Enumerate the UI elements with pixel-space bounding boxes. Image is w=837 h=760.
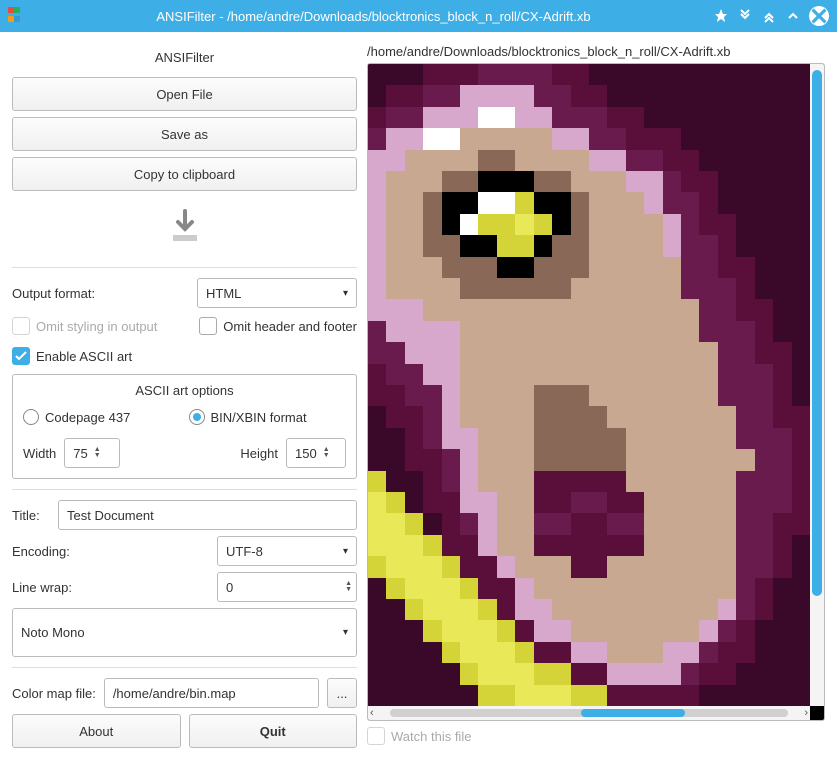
window-title: ANSIFilter - /home/andre/Downloads/block… [34, 9, 713, 24]
linewrap-spinner[interactable]: 0 ▲▼ [217, 572, 357, 602]
codepage-437-label: Codepage 437 [45, 410, 130, 425]
save-as-button[interactable]: Save as [12, 117, 357, 151]
pin-icon[interactable] [713, 8, 729, 24]
panel-title: ANSIFilter [12, 44, 357, 71]
encoding-label: Encoding: [12, 544, 70, 559]
chevron-right-icon[interactable]: › [802, 707, 810, 719]
copy-clipboard-button[interactable]: Copy to clipboard [12, 157, 357, 191]
width-label: Width [23, 446, 56, 461]
height-spinner[interactable]: 150 ▲▼ [286, 438, 346, 468]
linewrap-label: Line wrap: [12, 580, 72, 595]
enable-ascii-checkbox[interactable] [12, 347, 30, 365]
app-icon [8, 7, 26, 25]
font-select[interactable]: Noto Mono▾ [12, 608, 357, 657]
watch-file-checkbox [367, 727, 385, 745]
right-panel: /home/andre/Downloads/blocktronics_block… [367, 44, 825, 748]
omit-header-label: Omit header and footer [223, 319, 357, 334]
scrollbar-vertical[interactable] [810, 64, 824, 706]
height-label: Height [240, 446, 278, 461]
arrow-down-icon[interactable] [737, 8, 753, 24]
watch-file-label: Watch this file [391, 729, 471, 744]
download-icon [12, 197, 357, 257]
colormap-input[interactable] [104, 678, 319, 708]
scrollbar-horizontal[interactable]: ‹ › [368, 706, 810, 720]
enable-ascii-label: Enable ASCII art [36, 349, 132, 364]
ascii-options-group: ASCII art options Codepage 437 BIN/XBIN … [12, 374, 357, 479]
width-spinner[interactable]: 75 ▲▼ [64, 438, 120, 468]
title-label: Title: [12, 508, 50, 523]
codepage-437-radio[interactable] [23, 409, 39, 425]
quit-button[interactable]: Quit [189, 714, 358, 748]
preview-box: ‹ › [367, 63, 825, 721]
omit-header-checkbox[interactable] [199, 317, 217, 335]
title-input[interactable] [58, 500, 357, 530]
arrow-up-icon[interactable] [761, 8, 777, 24]
about-button[interactable]: About [12, 714, 181, 748]
left-panel: ANSIFilter Open File Save as Copy to cli… [12, 44, 357, 748]
omit-styling-label: Omit styling in output [36, 319, 157, 334]
encoding-select[interactable]: UTF-8▾ [217, 536, 357, 566]
output-format-label: Output format: [12, 286, 95, 301]
titlebar: ANSIFilter - /home/andre/Downloads/block… [0, 0, 837, 32]
preview-image [368, 64, 810, 706]
bin-xbin-label: BIN/XBIN format [211, 410, 307, 425]
output-format-select[interactable]: HTML▾ [197, 278, 357, 308]
preview-path: /home/andre/Downloads/blocktronics_block… [367, 44, 825, 63]
omit-styling-checkbox [12, 317, 30, 335]
browse-button[interactable]: ... [327, 678, 357, 708]
open-file-button[interactable]: Open File [12, 77, 357, 111]
chevron-left-icon[interactable]: ‹ [368, 707, 376, 719]
colormap-label: Color map file: [12, 686, 96, 701]
bin-xbin-radio[interactable] [189, 409, 205, 425]
ascii-options-title: ASCII art options [23, 383, 346, 398]
close-button[interactable] [809, 6, 829, 26]
maximize-icon[interactable] [785, 8, 801, 24]
